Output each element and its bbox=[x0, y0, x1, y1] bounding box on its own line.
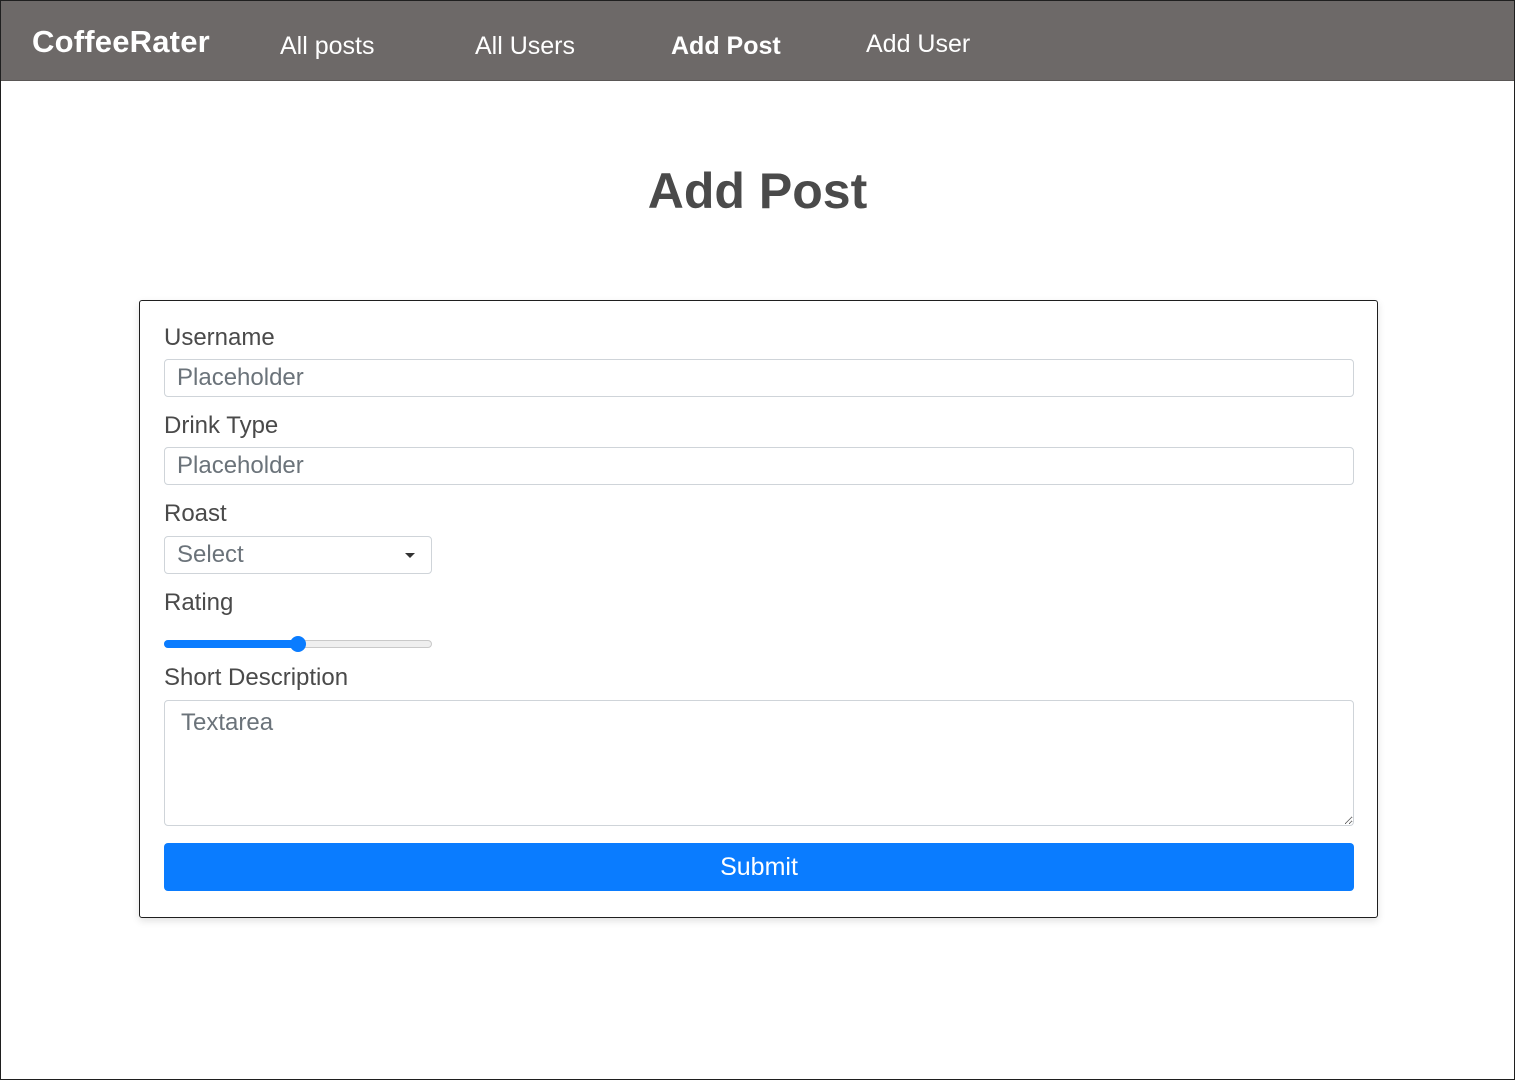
top-navbar: CoffeeRater All posts All Users Add Post… bbox=[1, 1, 1514, 81]
brand-logo[interactable]: CoffeeRater bbox=[32, 23, 210, 61]
username-input[interactable] bbox=[164, 359, 1354, 397]
app-window: CoffeeRater All posts All Users Add Post… bbox=[0, 0, 1515, 1080]
drink-type-input[interactable] bbox=[164, 447, 1354, 485]
add-post-form: Username Drink Type Roast Select Rating … bbox=[139, 300, 1378, 918]
rating-slider[interactable] bbox=[164, 636, 432, 652]
nav-link-all-users[interactable]: All Users bbox=[475, 30, 575, 62]
submit-button[interactable]: Submit bbox=[164, 843, 1354, 891]
nav-link-add-user[interactable]: Add User bbox=[866, 28, 970, 60]
nav-link-all-posts[interactable]: All posts bbox=[280, 30, 374, 62]
short-description-textarea[interactable] bbox=[164, 700, 1354, 826]
roast-select[interactable]: Select bbox=[164, 536, 432, 574]
roast-label: Roast bbox=[164, 500, 227, 527]
rating-slider-thumb[interactable] bbox=[290, 636, 306, 652]
rating-slider-fill bbox=[164, 640, 298, 648]
roast-select-value: Select bbox=[177, 541, 244, 568]
drink-type-label: Drink Type bbox=[164, 412, 279, 439]
username-label: Username bbox=[164, 324, 275, 351]
rating-label: Rating bbox=[164, 589, 234, 616]
chevron-down-icon bbox=[405, 553, 415, 558]
short-description-label: Short Description bbox=[164, 664, 349, 691]
nav-link-add-post[interactable]: Add Post bbox=[671, 30, 781, 62]
page-title: Add Post bbox=[647, 163, 868, 219]
